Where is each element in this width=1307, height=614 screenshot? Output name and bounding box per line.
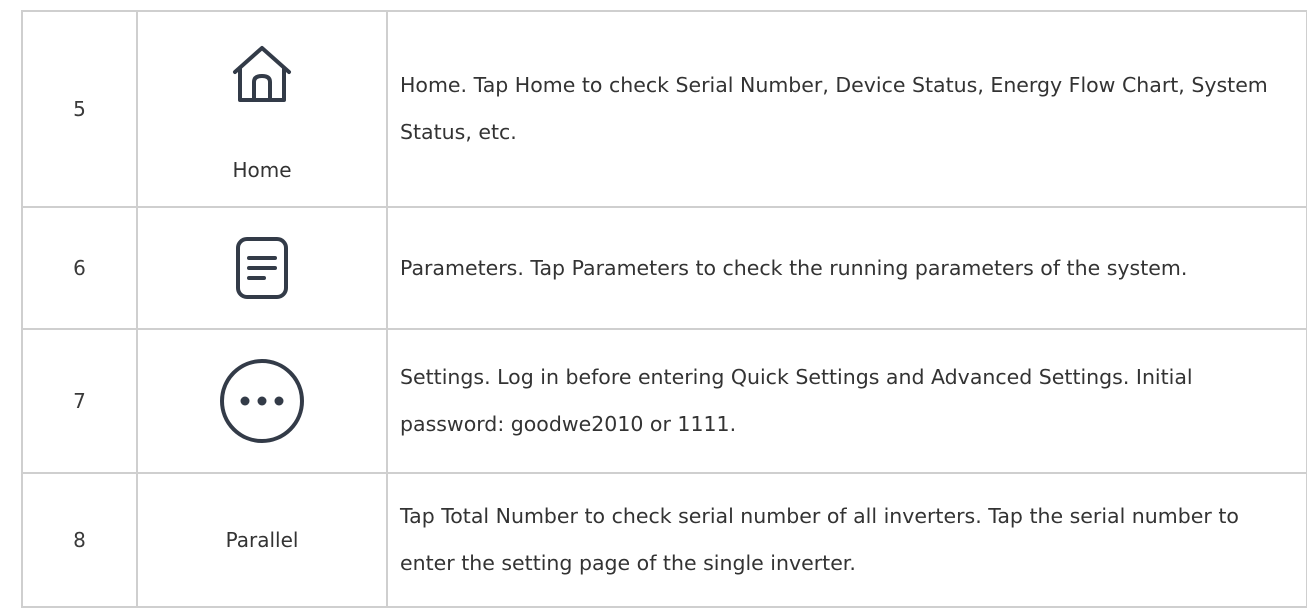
table-row: 6 Parameters. Tap Parameters to check th… — [21, 206, 1307, 330]
description-text: Parameters. Tap Parameters to check the … — [400, 255, 1188, 280]
description: Parameters. Tap Parameters to check the … — [386, 206, 1307, 330]
row-number: 8 — [21, 472, 138, 608]
icon-cell — [136, 206, 388, 330]
row-number: 5 — [21, 10, 138, 208]
icon-cell: Home — [136, 10, 388, 208]
description: Settings. Log in before entering Quick S… — [386, 328, 1307, 474]
row-number: 7 — [21, 328, 138, 474]
table-row: 8 Parallel Tap Total Number to check ser… — [21, 472, 1307, 608]
description-text: Tap Total Number to check serial number … — [400, 504, 1239, 575]
description-text: Home. Tap Home to check Serial Number, D… — [400, 73, 1268, 144]
more-circle-icon — [220, 359, 304, 443]
icon-cell — [136, 328, 388, 474]
home-icon — [233, 46, 291, 102]
description-text: Settings. Log in before entering Quick S… — [400, 365, 1193, 436]
icon-label: Parallel — [136, 472, 388, 608]
table-row: 5 Home Home. Tap Home to check Serial Nu… — [21, 10, 1307, 208]
function-table: 5 Home Home. Tap Home to check Serial Nu… — [21, 10, 1307, 608]
description: Home. Tap Home to check Serial Number, D… — [386, 10, 1307, 208]
icon-label: Home — [232, 158, 292, 182]
row-number: 6 — [21, 206, 138, 330]
table-row: 7 Settings. Log in before entering Quick… — [21, 328, 1307, 474]
document-icon — [236, 237, 288, 299]
description: Tap Total Number to check serial number … — [386, 472, 1307, 608]
